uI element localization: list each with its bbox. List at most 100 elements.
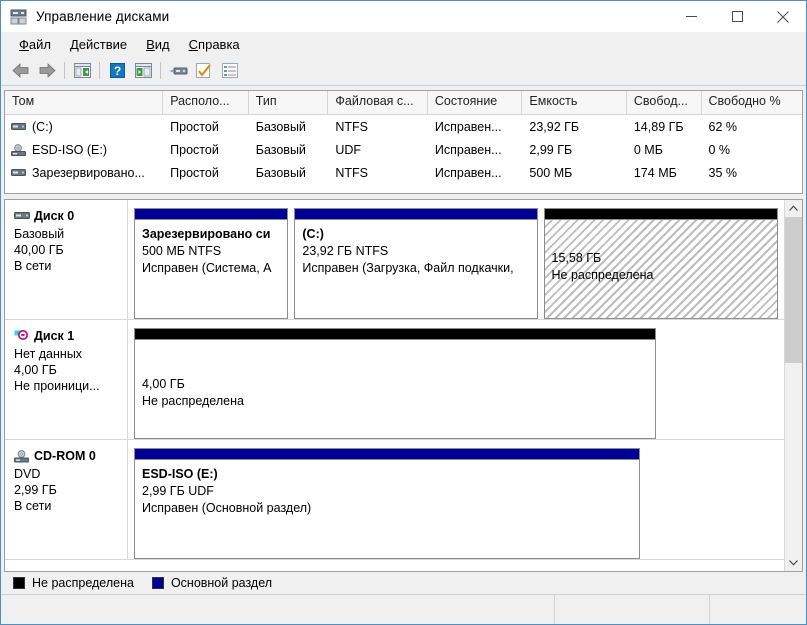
scrollbar-thumb[interactable] <box>785 217 802 363</box>
legend-swatch-primary-partition-icon <box>151 577 164 589</box>
partition-unallocated-disk-1[interactable]: 4,00 ГБ Не распределена <box>134 328 656 439</box>
graphical-view-scrollbar[interactable] <box>784 200 802 571</box>
disk-name: Диск 0 <box>34 209 75 223</box>
cell-volume-label: Зарезервировано... <box>32 165 145 180</box>
disk-name: Диск 1 <box>34 329 75 343</box>
hard-drive-icon <box>11 167 26 178</box>
cell-free: 14,89 ГБ <box>633 119 684 134</box>
disk-entry-disk-0[interactable]: Диск 0 Базовый 40,00 ГБ В сети Зарезерви… <box>5 200 784 320</box>
back-icon[interactable] <box>8 59 34 83</box>
legend-swatch-unallocated-icon <box>13 577 25 589</box>
graphical-view-panel: Диск 0 Базовый 40,00 ГБ В сети Зарезерви… <box>4 199 803 572</box>
legend: Не распределена Основной раздел <box>1 572 806 594</box>
partition-status: Не распределена <box>142 394 244 408</box>
column-header-status[interactable]: Состояние <box>428 91 523 114</box>
disk-type: Базовый <box>14 227 65 241</box>
menu-item-help[interactable]: Справка <box>180 35 250 54</box>
maximize-button[interactable] <box>714 1 760 32</box>
scroll-down-arrow-icon[interactable] <box>785 554 802 571</box>
column-header-free[interactable]: Свобод... <box>627 91 702 114</box>
column-header-capacity[interactable]: Емкость <box>522 91 627 114</box>
legend-item-primary-partition: Основной раздел <box>151 576 273 590</box>
cell-type: Базовый <box>255 119 306 134</box>
menu-item-view[interactable]: Вид <box>137 35 180 54</box>
partition-size: 4,00 ГБ <box>142 377 185 391</box>
disk-state: Не проиници... <box>14 379 100 393</box>
table-row[interactable]: ESD-ISO (E:) Простой Базовый UDF Исправе… <box>5 138 802 161</box>
partition-details: 15,58 ГБ Не распределена <box>543 219 778 319</box>
disk-info-disk-0: Диск 0 Базовый 40,00 ГБ В сети <box>5 200 128 319</box>
window-title: Управление дисками <box>36 9 170 24</box>
up-one-level-icon[interactable] <box>69 59 95 83</box>
legend-label-primary-partition: Основной раздел <box>170 576 273 590</box>
partition-c-drive[interactable]: (C:) 23,92 ГБ NTFS Исправен (Загрузка, Ф… <box>294 208 538 319</box>
disk-size: 40,00 ГБ <box>14 243 64 257</box>
properties-icon[interactable] <box>191 59 217 83</box>
forward-icon[interactable] <box>34 59 60 83</box>
disk-name: CD-ROM 0 <box>34 449 96 463</box>
legend-item-unallocated: Не распределена <box>13 576 134 590</box>
disk-icon[interactable] <box>165 59 191 83</box>
close-button[interactable] <box>760 1 806 32</box>
disk-state: В сети <box>14 499 52 513</box>
partition-color-bar <box>294 208 538 219</box>
disk-state: В сети <box>14 259 52 273</box>
window-controls <box>668 1 806 32</box>
cell-status: Исправен... <box>434 142 502 157</box>
status-bar <box>1 594 806 624</box>
cd-rom-icon <box>11 144 26 156</box>
cd-rom-icon <box>14 449 30 463</box>
disk-list: Диск 0 Базовый 40,00 ГБ В сети Зарезерви… <box>5 200 784 571</box>
column-header-filesystem[interactable]: Файловая с... <box>328 91 428 114</box>
table-row[interactable]: (C:) Простой Базовый NTFS Исправен... 23… <box>5 115 802 138</box>
volume-list-panel: Том Располо... Тип Файловая с... Состоян… <box>4 90 803 194</box>
partition-unallocated-disk-0[interactable]: 15,58 ГБ Не распределена <box>543 208 778 319</box>
partition-strip-cdrom-0: ESD-ISO (E:) 2,99 ГБ UDF Исправен (Основ… <box>128 440 784 559</box>
partition-strip-disk-1: 4,00 ГБ Не распределена <box>128 320 784 439</box>
table-row[interactable]: Зарезервировано... Простой Базовый NTFS … <box>5 161 802 184</box>
partition-esd-iso[interactable]: ESD-ISO (E:) 2,99 ГБ UDF Исправен (Основ… <box>134 448 640 559</box>
column-header-layout[interactable]: Располо... <box>163 91 249 114</box>
cell-layout: Простой <box>170 142 219 157</box>
svg-text:?: ? <box>113 64 120 78</box>
disk-error-icon <box>14 329 30 343</box>
disk-management-window: Управление дисками Файл Действие Вид Спр… <box>0 0 807 625</box>
cell-free-percent: 35 % <box>708 165 738 180</box>
partition-size: 2,99 ГБ UDF <box>142 484 214 498</box>
partition-size: 500 МБ NTFS <box>142 244 222 258</box>
cell-capacity: 500 МБ <box>529 165 573 180</box>
hard-drive-icon <box>14 210 30 223</box>
hard-drive-icon <box>11 121 26 132</box>
cell-capacity: 23,92 ГБ <box>529 119 580 134</box>
cell-volume-label: (C:) <box>32 119 53 134</box>
scrollbar-track[interactable] <box>785 217 802 554</box>
partition-system-reserved[interactable]: Зарезервировано си 500 МБ NTFS Исправен … <box>134 208 289 319</box>
show-hide-console-tree-icon[interactable] <box>130 59 156 83</box>
disk-entry-cdrom-0[interactable]: CD-ROM 0 DVD 2,99 ГБ В сети ESD-ISO (E:)… <box>5 440 784 560</box>
disk-entry-disk-1[interactable]: Диск 1 Нет данных 4,00 ГБ Не проиници...… <box>5 320 784 440</box>
help-icon[interactable]: ? <box>104 59 130 83</box>
partition-size: 15,58 ГБ <box>551 251 602 265</box>
list-view-icon[interactable] <box>217 59 243 83</box>
partition-status: Исправен (Система, А <box>142 261 272 275</box>
column-header-volume[interactable]: Том <box>5 91 164 114</box>
legend-label-unallocated: Не распределена <box>32 576 134 590</box>
cell-filesystem: NTFS <box>335 119 368 134</box>
scroll-up-arrow-icon[interactable] <box>785 200 802 217</box>
partition-status: Исправен (Основной раздел) <box>142 501 312 515</box>
partition-label: (C:) <box>302 227 324 241</box>
cell-free: 0 МБ <box>633 142 663 157</box>
column-header-type[interactable]: Тип <box>249 91 329 114</box>
cell-volume-label: ESD-ISO (E:) <box>32 142 108 157</box>
partition-size: 23,92 ГБ NTFS <box>302 244 389 258</box>
cell-free-percent: 62 % <box>708 119 738 134</box>
disk-size: 2,99 ГБ <box>14 483 57 497</box>
minimize-button[interactable] <box>668 1 714 32</box>
menu-item-action[interactable]: Действие <box>61 35 137 54</box>
cell-free: 174 МБ <box>633 165 677 180</box>
column-header-free-percent[interactable]: Свободно % <box>702 91 802 114</box>
disk-title-cdrom-0: CD-ROM 0 <box>14 449 127 463</box>
cell-layout: Простой <box>170 119 219 134</box>
menu-item-file[interactable]: Файл <box>10 35 61 54</box>
status-pane-2 <box>555 595 710 624</box>
